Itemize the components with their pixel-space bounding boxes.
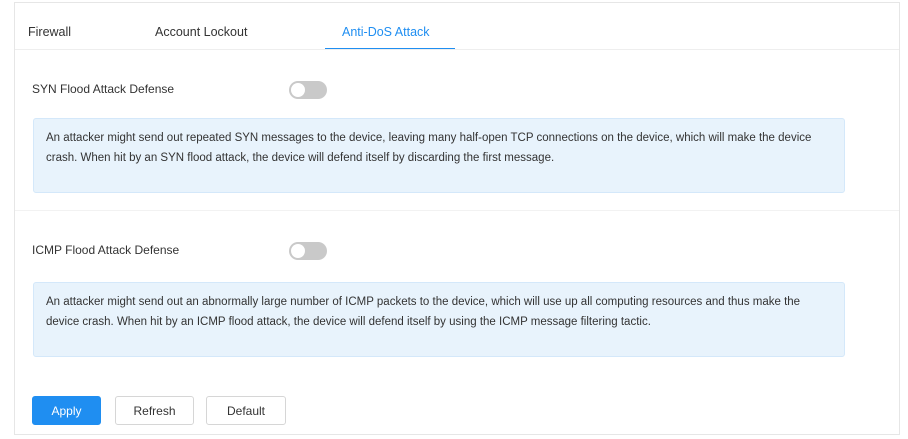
syn-flood-info-box: An attacker might send out repeated SYN …: [33, 118, 845, 193]
icmp-flood-defense-label: ICMP Flood Attack Defense: [32, 243, 180, 257]
refresh-button[interactable]: Refresh: [115, 396, 194, 425]
apply-button[interactable]: Apply: [32, 396, 101, 425]
default-button[interactable]: Default: [206, 396, 286, 425]
settings-panel: Firewall Account Lockout Anti-DoS Attack…: [14, 2, 900, 435]
tab-bar: Firewall Account Lockout Anti-DoS Attack: [15, 3, 899, 50]
tab-firewall[interactable]: Firewall: [28, 25, 71, 39]
toggle-knob: [291, 244, 305, 258]
tab-account-lockout[interactable]: Account Lockout: [155, 25, 247, 39]
tab-anti-dos-attack[interactable]: Anti-DoS Attack: [342, 25, 430, 39]
icmp-flood-description: An attacker might send out an abnormally…: [46, 296, 801, 328]
icmp-flood-defense-toggle[interactable]: [289, 242, 327, 260]
tab-divider: [15, 49, 899, 50]
icmp-flood-info-box: An attacker might send out an abnormally…: [33, 282, 845, 357]
syn-flood-defense-toggle[interactable]: [289, 81, 327, 99]
syn-flood-description: An attacker might send out repeated SYN …: [46, 132, 812, 164]
syn-flood-defense-label: SYN Flood Attack Defense: [32, 82, 175, 96]
toggle-knob: [291, 83, 305, 97]
section-divider: [15, 210, 899, 211]
